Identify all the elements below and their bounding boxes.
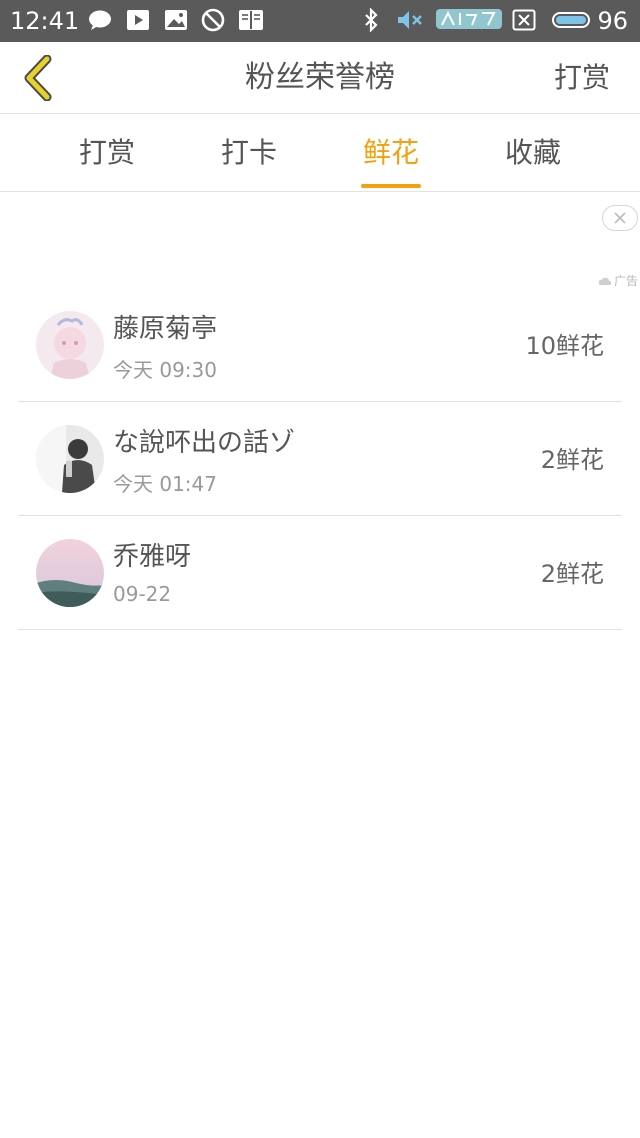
list-item[interactable]: 藤原菊亭 今天 09:30 10鲜花 — [18, 288, 622, 402]
play-icon — [126, 8, 150, 32]
fan-list: 藤原菊亭 今天 09:30 10鲜花 な說吥出の話ゾ 今天 01:47 2鲜花 — [18, 288, 622, 630]
tab-label: 鲜花 — [362, 136, 419, 169]
back-chevron-icon — [24, 55, 52, 101]
battery-icon — [552, 8, 592, 32]
avatar — [36, 539, 104, 607]
bluetooth-icon — [362, 8, 380, 32]
image-icon — [164, 8, 188, 32]
app-logo-icon — [436, 8, 502, 32]
reward-button[interactable]: 打赏 — [554, 42, 610, 114]
status-bar: 12:41 96 — [0, 0, 640, 42]
tab-checkin[interactable]: 打卡 — [189, 114, 309, 192]
avatar — [36, 425, 104, 493]
fan-name: 乔雅呀 — [113, 542, 192, 572]
fan-time: 09-22 — [113, 582, 172, 606]
tab-bar: 打赏 打卡 鲜花 收藏 — [0, 114, 640, 192]
status-time: 12:41 — [10, 7, 80, 35]
sim-icon — [512, 8, 536, 32]
battery-level: 96 — [597, 7, 628, 35]
tab-label: 打卡 — [220, 136, 277, 169]
book-icon — [238, 8, 264, 32]
back-button[interactable] — [10, 50, 66, 106]
list-item[interactable]: 乔雅呀 09-22 2鲜花 — [18, 516, 622, 630]
ad-tag: 广告 — [598, 272, 638, 289]
fan-time: 今天 01:47 — [113, 472, 217, 496]
page-header: 粉丝荣誉榜 打赏 — [0, 42, 640, 114]
active-tab-indicator — [361, 184, 421, 188]
fan-time: 今天 09:30 — [113, 358, 217, 382]
ad-close-button[interactable] — [602, 205, 638, 231]
flower-count: 10鲜花 — [525, 332, 604, 360]
tab-label: 收藏 — [504, 136, 561, 169]
flower-count: 2鲜花 — [540, 446, 604, 474]
tab-reward[interactable]: 打赏 — [47, 114, 167, 192]
tab-flowers[interactable]: 鲜花 — [331, 114, 451, 192]
list-item[interactable]: な說吥出の話ゾ 今天 01:47 2鲜花 — [18, 402, 622, 516]
chat-icon — [88, 8, 112, 32]
page-title: 粉丝荣誉榜 — [245, 60, 395, 95]
ad-label: 广告 — [613, 274, 638, 288]
avatar — [36, 311, 104, 379]
flower-count: 2鲜花 — [540, 560, 604, 588]
tab-label: 打赏 — [78, 136, 135, 169]
block-icon — [201, 8, 225, 32]
fan-name: な說吥出の話ゾ — [113, 428, 296, 458]
close-icon — [614, 212, 626, 224]
tab-favorites[interactable]: 收藏 — [473, 114, 593, 192]
fan-name: 藤原菊亭 — [113, 314, 218, 344]
cloud-icon — [598, 277, 612, 285]
mute-icon — [396, 8, 424, 32]
